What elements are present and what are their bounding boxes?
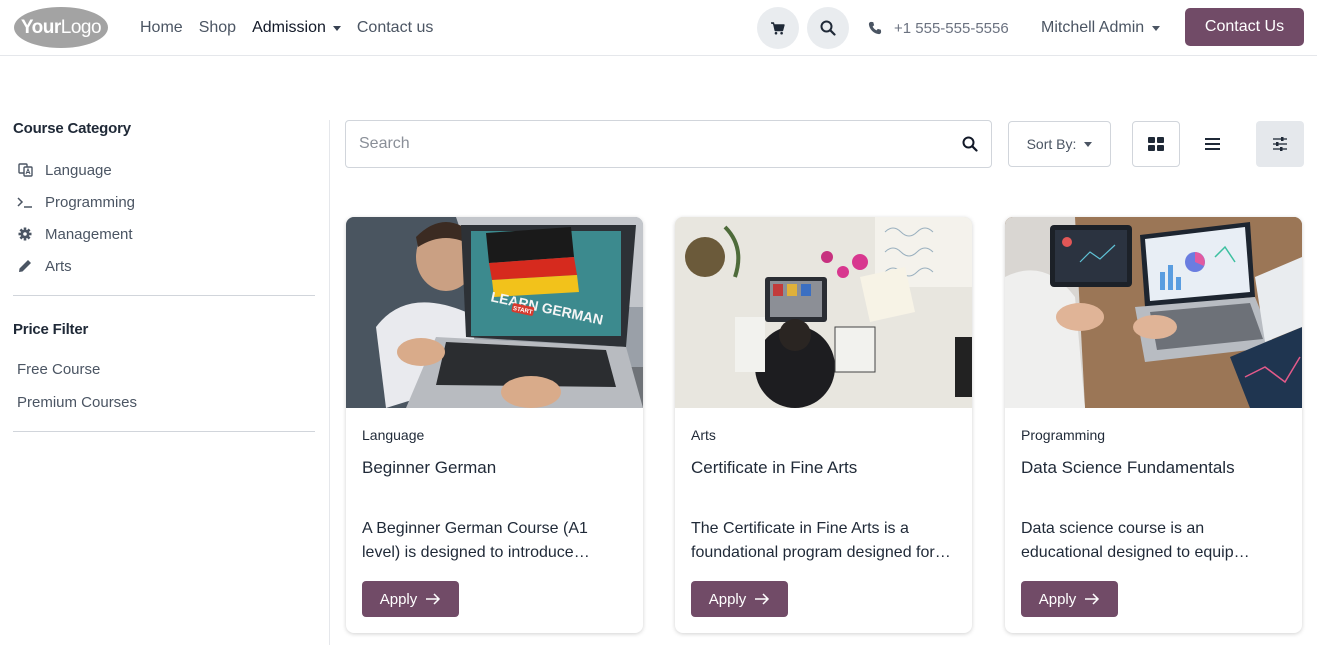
pencil-icon	[17, 258, 33, 274]
arrow-right-icon	[1085, 593, 1100, 605]
sidebar-divider	[13, 431, 315, 432]
course-search-box	[345, 120, 992, 168]
course-category-heading: Course Category	[13, 120, 131, 137]
price-option-free[interactable]: Free Course	[13, 353, 315, 386]
sliders-icon	[1273, 137, 1287, 151]
search-icon	[820, 20, 836, 36]
course-title[interactable]: Data Science Fundamentals	[1021, 458, 1235, 478]
caret-down-icon	[332, 25, 341, 31]
grid-icon	[1148, 137, 1164, 151]
course-image-german: LEARN GERMAN START	[346, 217, 643, 408]
category-item-language[interactable]: Language	[13, 154, 315, 186]
logo-text-light: Logo	[60, 16, 102, 38]
course-card[interactable]: Arts Certificate in Fine Arts The Certif…	[675, 217, 972, 633]
nav-admission-label: Admission	[252, 19, 326, 36]
list-icon	[1204, 138, 1220, 150]
nav-contact[interactable]: Contact us	[357, 19, 433, 37]
phone-number: +1 555-555-5556	[894, 19, 1009, 37]
nav-admission-dropdown[interactable]: Admission	[252, 19, 341, 37]
search-icon[interactable]	[962, 136, 978, 152]
cart-button[interactable]	[757, 7, 799, 49]
course-image-fine-arts	[675, 217, 972, 408]
arrow-right-icon	[426, 593, 441, 605]
category-label: Programming	[45, 193, 136, 211]
apply-button[interactable]: Apply	[362, 581, 459, 617]
price-filter-heading: Price Filter	[13, 321, 89, 338]
user-menu-dropdown[interactable]: Mitchell Admin	[1041, 0, 1161, 56]
header-search-button[interactable]	[807, 7, 849, 49]
phone-link[interactable]: +1 555-555-5556	[868, 0, 1009, 56]
sidebar-divider	[13, 295, 315, 296]
sort-by-label: Sort By:	[1026, 136, 1077, 152]
user-name: Mitchell Admin	[1041, 19, 1145, 36]
nav-home[interactable]: Home	[140, 19, 183, 37]
course-image-data-science	[1005, 217, 1302, 408]
apply-label: Apply	[379, 590, 418, 608]
course-search-input[interactable]	[359, 135, 962, 153]
course-title[interactable]: Beginner German	[362, 458, 496, 478]
site-logo[interactable]: YourLogo	[14, 7, 108, 48]
course-description: Data science course is an educational de…	[1021, 520, 1234, 561]
category-label: Arts	[45, 257, 72, 275]
category-item-arts[interactable]: Arts	[13, 250, 315, 282]
category-list: Language Programming Management Arts	[13, 154, 315, 282]
course-category: Arts	[691, 427, 716, 443]
caret-down-icon	[1152, 25, 1161, 31]
filter-sidebar: Course Category Language Programming Man…	[13, 120, 315, 432]
course-title[interactable]: Certificate in Fine Arts	[691, 458, 857, 478]
terminal-icon	[17, 194, 33, 210]
price-filter-list: Free Course Premium Courses	[13, 353, 315, 419]
caret-down-icon	[1084, 141, 1093, 147]
logo-text-bold: Your	[20, 16, 61, 38]
cart-icon	[771, 21, 785, 34]
apply-label: Apply	[708, 590, 747, 608]
apply-button[interactable]: Apply	[1021, 581, 1118, 617]
course-category: Language	[362, 427, 425, 443]
category-item-programming[interactable]: Programming	[13, 186, 315, 218]
german-flag-icon	[486, 227, 574, 263]
language-icon	[17, 162, 33, 178]
list-view-button[interactable]	[1188, 121, 1236, 167]
course-card[interactable]: LEARN GERMAN START Language Beginner Ger…	[346, 217, 643, 633]
apply-button[interactable]: Apply	[691, 581, 788, 617]
course-description: A Beginner German Course (A1 level) is d…	[362, 520, 588, 561]
sidebar-separator	[329, 120, 330, 645]
site-header: YourLogo Home Shop Admission Contact us …	[0, 0, 1317, 56]
course-description: The Certificate in Fine Arts is a founda…	[691, 520, 935, 561]
category-label: Management	[45, 225, 133, 243]
sort-by-dropdown[interactable]: Sort By:	[1008, 121, 1111, 167]
apply-label: Apply	[1038, 590, 1077, 608]
course-category: Programming	[1021, 427, 1106, 443]
contact-us-button[interactable]: Contact Us	[1185, 8, 1304, 46]
course-card[interactable]: Programming Data Science Fundamentals Da…	[1005, 217, 1302, 633]
arrow-right-icon	[755, 593, 770, 605]
phone-icon	[868, 21, 882, 35]
price-option-premium[interactable]: Premium Courses	[13, 386, 315, 419]
gear-icon	[17, 226, 33, 242]
category-item-management[interactable]: Management	[13, 218, 315, 250]
nav-shop[interactable]: Shop	[199, 19, 236, 37]
category-label: Language	[45, 161, 112, 179]
grid-view-button[interactable]	[1132, 121, 1180, 167]
filter-options-button[interactable]	[1256, 121, 1304, 167]
main-nav: Home Shop Admission Contact us	[140, 0, 433, 56]
